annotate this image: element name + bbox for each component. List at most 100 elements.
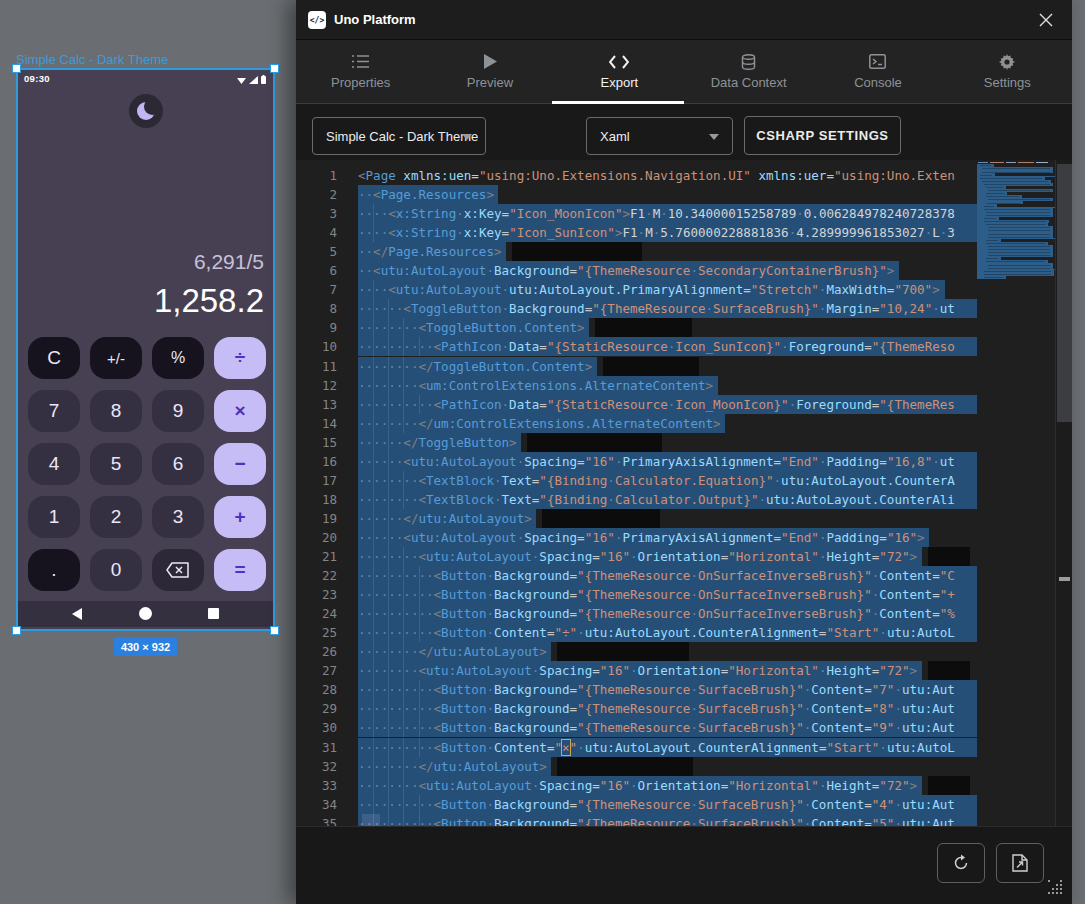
calc-key-C[interactable]: C (28, 337, 80, 379)
tab-label: Export (601, 75, 639, 90)
uno-logo-icon: </> (308, 11, 326, 29)
resize-handle-bl[interactable] (12, 626, 21, 635)
code-line: 21········<utu:AutoLayout·Spacing="16"·O… (296, 547, 1072, 566)
calc-key-6[interactable]: 6 (152, 443, 204, 485)
gear-icon (999, 53, 1015, 70)
code-line: 13··········<PathIcon·Data="{StaticResou… (296, 395, 1072, 414)
minimap[interactable] (977, 160, 1055, 826)
calc-key-0[interactable]: 0 (90, 549, 142, 591)
code-line: 29··········<Button·Background="{ThemeRe… (296, 699, 1072, 718)
calc-key-sym[interactable]: = (214, 549, 266, 591)
calc-key-9[interactable]: 9 (152, 390, 204, 432)
calc-key-3[interactable]: 3 (152, 496, 204, 538)
tab-properties[interactable]: Properties (296, 40, 425, 103)
refresh-icon (952, 854, 970, 872)
theme-select-value: Simple Calc - Dark Theme (326, 129, 478, 144)
code-editor[interactable]: 1<Page xmlns:uen="using:Uno.Extensions.N… (296, 160, 1072, 826)
list-icon (352, 53, 369, 70)
code-line: 22··········<Button·Background="{ThemeRe… (296, 566, 1072, 585)
calc-key-backspace[interactable] (152, 549, 204, 591)
phone-preview[interactable]: 09:30 6,291/5 1,258.2 C+/-%÷789×456−123+… (16, 68, 275, 631)
refresh-button[interactable] (937, 843, 985, 883)
csharp-settings-button[interactable]: CSHARP SETTINGS (744, 116, 901, 155)
code-line: 6··<utu:AutoLayout·Background="{ThemeRes… (296, 261, 1072, 280)
resize-handle-tr[interactable] (270, 64, 279, 73)
status-icons (237, 75, 266, 84)
tab-label: Preview (467, 75, 513, 90)
calc-key-1[interactable]: 1 (28, 496, 80, 538)
code-line: 15······</ToggleButton> (296, 433, 1072, 452)
calc-key-7[interactable]: 7 (28, 390, 80, 432)
code-line: 7····<utu:AutoLayout·utu:AutoLayout.Prim… (296, 280, 1072, 299)
resize-handle-br[interactable] (270, 626, 279, 635)
resize-handle-tl[interactable] (12, 64, 21, 73)
code-line: 9········<ToggleButton.Content> (296, 318, 1072, 337)
calc-key-sym[interactable]: % (152, 337, 204, 379)
export-file-icon (1012, 854, 1028, 872)
tab-export[interactable]: Export (555, 40, 684, 103)
tab-label: Properties (331, 75, 390, 90)
tab-preview[interactable]: Preview (425, 40, 554, 103)
format-select[interactable]: Xaml (586, 117, 733, 155)
calc-key-8[interactable]: 8 (90, 390, 142, 432)
calc-key-2[interactable]: 2 (90, 496, 142, 538)
theme-select[interactable]: Simple Calc - Dark Theme (312, 117, 486, 155)
signal-icon (249, 76, 258, 84)
calc-equation: 6,291/5 (194, 250, 264, 274)
code-line: 34··········<Button·Background="{ThemeRe… (296, 795, 1072, 814)
tab-label: Console (854, 75, 902, 90)
code-line: 28··········<Button·Background="{ThemeRe… (296, 680, 1072, 699)
code-line: 1<Page xmlns:uen="using:Uno.Extensions.N… (296, 166, 1072, 185)
calc-keypad: C+/-%÷ 789× 456− 123+.0 = (28, 337, 268, 591)
format-select-value: Xaml (600, 129, 630, 144)
code-line: 27········<utu:AutoLayout·Spacing="16"·O… (296, 661, 1072, 680)
chevron-down-icon (462, 134, 472, 140)
code-line: 31··········<Button·Content="×"·utu:Auto… (296, 738, 1072, 757)
nav-recents-icon[interactable] (208, 608, 219, 619)
calc-key-sym[interactable]: +/- (90, 337, 142, 379)
tab-data-context[interactable]: Data Context (684, 40, 813, 103)
battery-icon (261, 75, 266, 84)
status-time: 09:30 (24, 73, 50, 84)
code-line: 10··········<PathIcon·Data="{StaticResou… (296, 337, 1072, 356)
code-line: 8······<ToggleButton·Background="{ThemeR… (296, 299, 1072, 318)
bottom-bar (296, 826, 1072, 904)
code-line: 17········<TextBlock·Text="{Binding·Calc… (296, 471, 1072, 490)
calc-key-sym[interactable]: − (214, 443, 266, 485)
editor-scrollbar[interactable] (1055, 160, 1072, 826)
calc-key-sym[interactable]: ÷ (214, 337, 266, 379)
backspace-icon (166, 562, 190, 578)
scrollbar-thumb[interactable] (1057, 164, 1072, 422)
nav-home-icon[interactable] (139, 607, 152, 620)
theme-toggle-button[interactable] (129, 94, 163, 128)
tab-settings[interactable]: Settings (943, 40, 1072, 103)
code-line: 26········</utu:AutoLayout> (296, 642, 1072, 661)
scrollbar-marker (1059, 577, 1070, 581)
code-line: 12········<um:ControlExtensions.Alternat… (296, 376, 1072, 395)
calc-key-4[interactable]: 4 (28, 443, 80, 485)
panel-title: Uno Platform (334, 0, 416, 40)
code-line: 30··········<Button·Background="{ThemeRe… (296, 718, 1072, 737)
code-line: 18········<TextBlock·Text="{Binding·Calc… (296, 490, 1072, 509)
tab-label: Settings (984, 75, 1031, 90)
tab-bar: Properties Preview Export Data Context Conso… (296, 40, 1072, 104)
code-line: 4····<x:String·x:Key="Icon_SunIcon">F1·M… (296, 223, 1072, 242)
tab-label: Data Context (711, 75, 787, 90)
calc-key-sym[interactable]: . (28, 549, 80, 591)
code-line: 23··········<Button·Background="{ThemeRe… (296, 585, 1072, 604)
close-icon[interactable] (1038, 12, 1054, 28)
code-line: 32········</utu:AutoLayout> (296, 757, 1072, 776)
resize-grip[interactable] (1048, 880, 1050, 882)
export-file-button[interactable] (996, 843, 1044, 883)
tab-console[interactable]: Console (813, 40, 942, 103)
export-controls: Simple Calc - Dark Theme Xaml CSHARP SET… (296, 104, 1072, 160)
calc-key-sym[interactable]: + (214, 496, 266, 538)
calc-key-sym[interactable]: × (214, 390, 266, 432)
code-line: 35··········<Button·Background="{ThemeRe… (296, 814, 1072, 826)
terminal-icon (869, 53, 886, 70)
code-line: 19······</utu:AutoLayout> (296, 509, 1072, 528)
phone-title: Simple Calc - Dark Theme (16, 52, 168, 67)
nav-back-icon[interactable] (72, 608, 82, 620)
code-line: 2··<Page.Resources> (296, 185, 1072, 204)
calc-key-5[interactable]: 5 (90, 443, 142, 485)
